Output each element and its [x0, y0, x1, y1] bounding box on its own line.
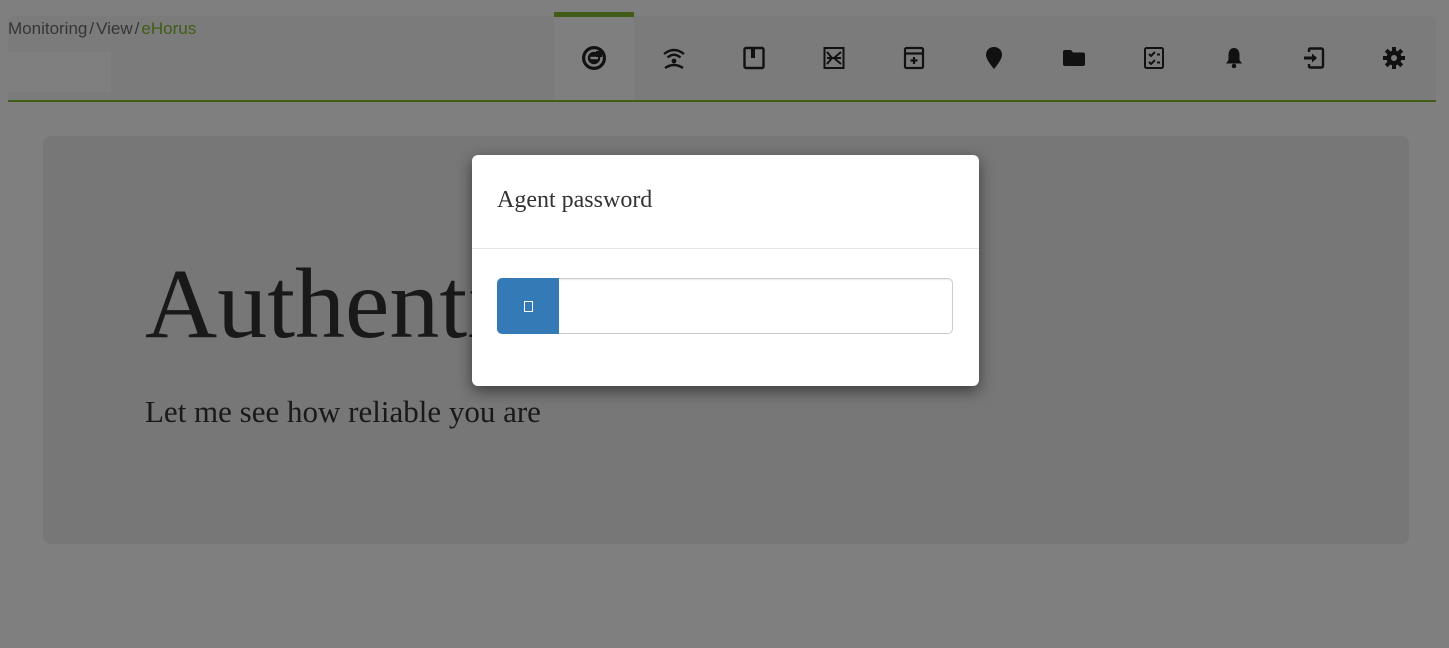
modal-header: Agent password [472, 155, 979, 249]
modal-title: Agent password [497, 187, 653, 213]
agent-password-field[interactable] [559, 278, 953, 334]
page: Monitoring/View/eHorus [0, 0, 1449, 648]
agent-password-dialog: Agent password [472, 155, 979, 386]
submit-password-button[interactable] [497, 278, 559, 334]
password-input-group [497, 278, 953, 334]
lock-icon [523, 300, 533, 312]
